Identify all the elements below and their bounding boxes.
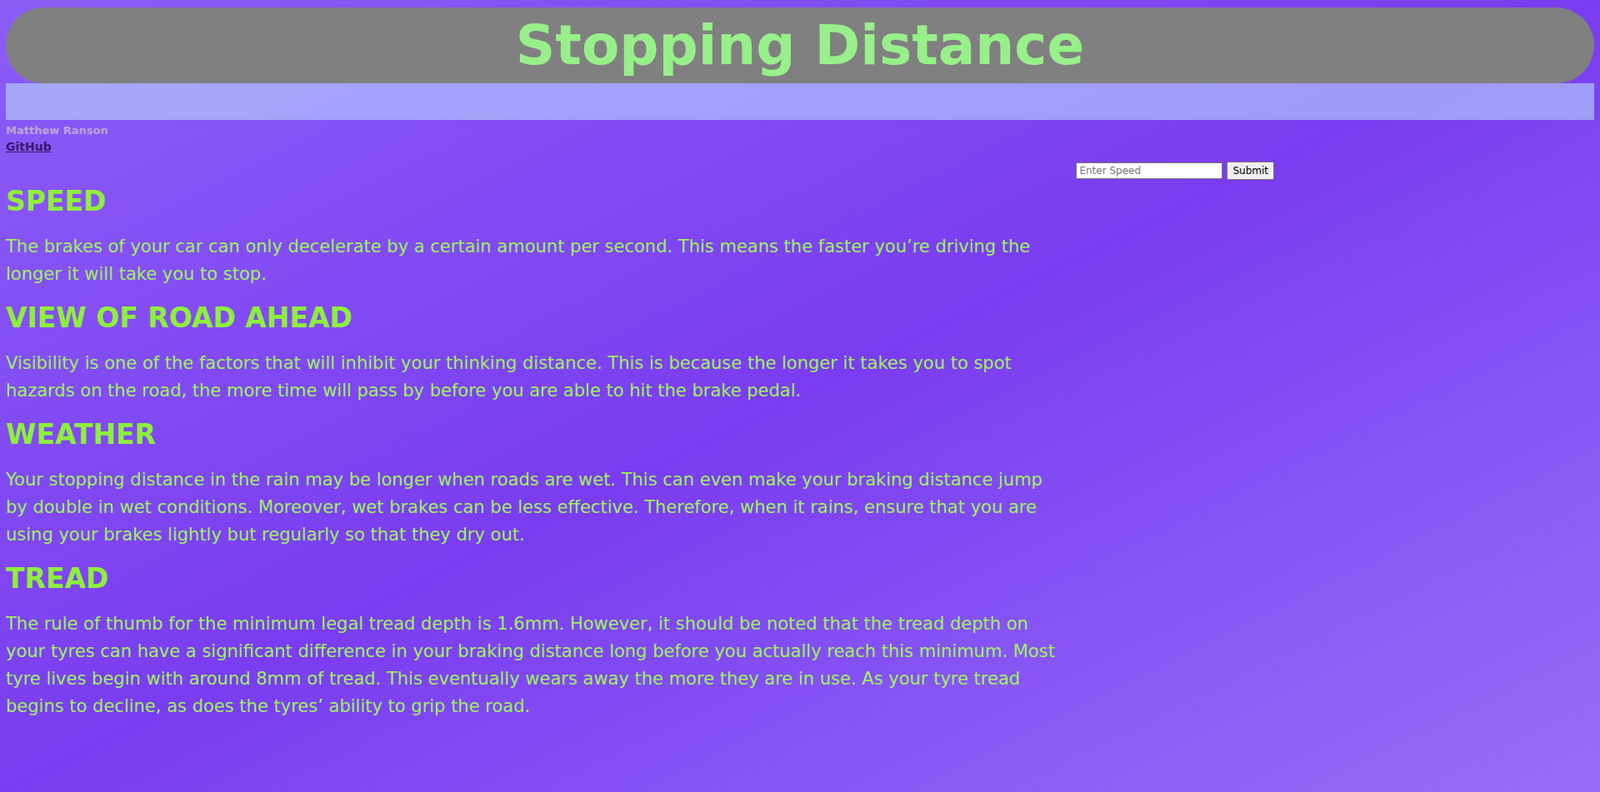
section-text: The brakes of your car can only decelera…	[5, 233, 1056, 289]
info-section: TREAD The rule of thumb for the minimum l…	[5, 560, 1595, 721]
speed-form: Submit	[5, 161, 1275, 180]
section-heading: VIEW OF ROAD AHEAD	[5, 300, 1595, 337]
section-heading: WEATHER	[5, 416, 1595, 454]
info-section: SPEED The brakes of your car can only dec…	[5, 183, 1595, 289]
header-strip	[5, 83, 1595, 120]
info-section: VIEW OF ROAD AHEAD Visibility is one of t…	[5, 300, 1595, 405]
github-link[interactable]: GitHub	[5, 138, 52, 155]
submit-button[interactable]: Submit	[1226, 161, 1275, 180]
author-name: Matthew Ranson	[5, 123, 1595, 139]
section-heading: TREAD	[5, 560, 1595, 598]
header-bar: Stopping Distance	[5, 7, 1595, 84]
info-section: WEATHER Your stopping distance in the rai…	[5, 416, 1595, 550]
section-text: The rule of thumb for the minimum legal …	[5, 610, 1056, 721]
section-heading: SPEED	[5, 183, 1595, 220]
page-title: Stopping Distance	[515, 18, 1085, 74]
speed-input[interactable]	[1075, 162, 1223, 180]
section-text: Visibility is one of the factors that wi…	[5, 350, 1056, 405]
section-text: Your stopping distance in the rain may b…	[5, 466, 1056, 550]
